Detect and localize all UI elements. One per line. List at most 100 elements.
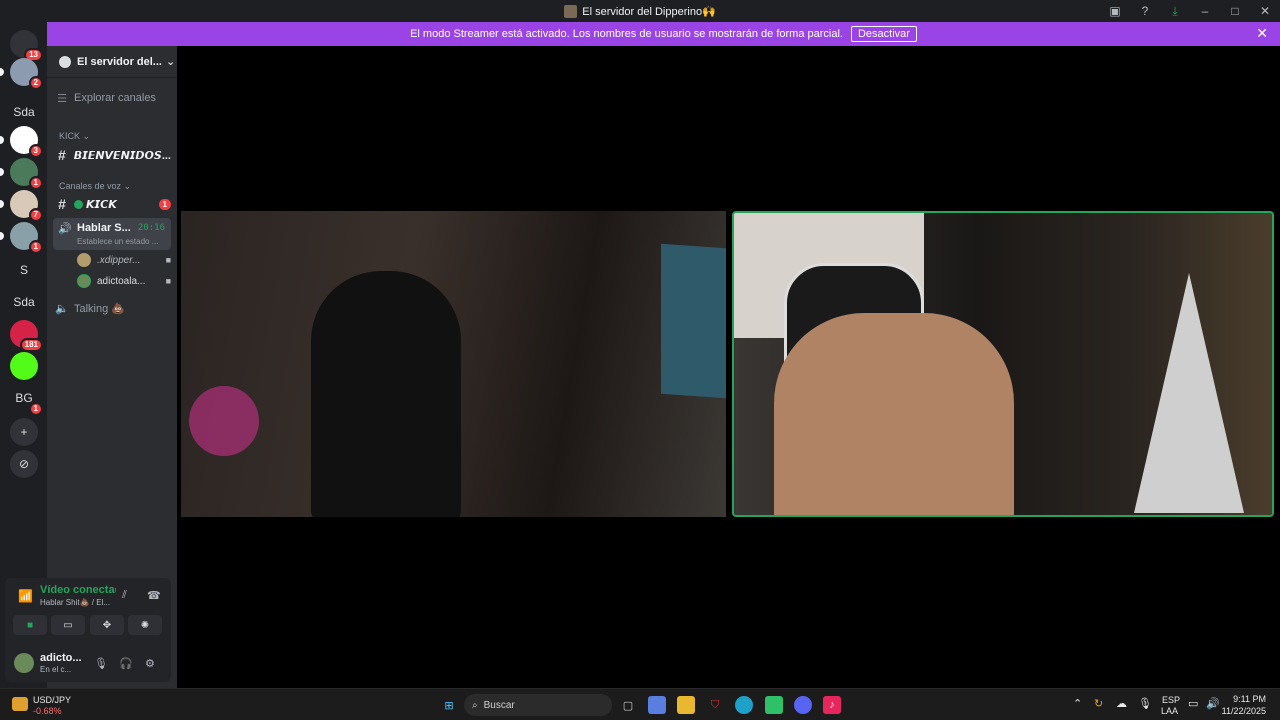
discord-home-icon[interactable]: 13 — [10, 30, 43, 62]
minimize-button[interactable]: – — [1190, 4, 1220, 18]
category-kick-label: KICK — [59, 131, 81, 141]
taskbar-search[interactable]: ⌕ Buscar — [464, 694, 612, 716]
channel-kick[interactable]: # 𝙆𝙄𝘾𝙆 1 — [55, 194, 171, 214]
soundboard-icon: ✺ — [140, 619, 150, 631]
screen-share-button[interactable]: ▭ — [51, 615, 85, 635]
soundboard-button[interactable]: ✺ — [128, 615, 162, 635]
server-label: BG — [15, 391, 33, 405]
close-window-button[interactable]: ✕ — [1250, 4, 1280, 18]
video-stage — [177, 46, 1280, 688]
cloud-icon[interactable]: ☁ — [1116, 697, 1127, 710]
lang-code[interactable]: ESP — [1162, 695, 1180, 705]
headphones-icon[interactable]: 🎧 — [119, 657, 133, 670]
chevron-up-icon[interactable]: ⌃ — [1073, 697, 1082, 710]
explore-label: Explorar canales — [74, 92, 156, 104]
search-icon: ⌕ — [472, 699, 478, 711]
file-explorer-button[interactable] — [677, 696, 695, 714]
shield-icon: ⛉ — [710, 698, 720, 711]
voice-channel-active[interactable]: 🔊 Hablar S... 20:16 Establece un estado … — [53, 218, 171, 250]
task-view-icon: ▢ — [622, 699, 634, 712]
mention-badge: 1 — [28, 240, 43, 254]
stock-widget-icon[interactable] — [12, 697, 28, 711]
clock-date[interactable]: 11/22/2025 — [1222, 706, 1266, 716]
mention-badge: 3 — [28, 144, 43, 158]
voice-timer: 20:16 — [137, 223, 165, 233]
mention-badge: 2 — [28, 76, 43, 90]
category-voice[interactable]: Canales de voz ⌄ — [59, 181, 131, 192]
volume-icon[interactable]: 🔊 — [1206, 697, 1220, 710]
security-app-button[interactable]: ⛉ — [706, 696, 724, 714]
current-user-status: En el c... — [40, 665, 72, 674]
clock-time[interactable]: 9:11 PM — [1233, 694, 1266, 704]
stock-change: -0.68% — [33, 706, 62, 716]
maximize-button[interactable]: □ — [1220, 4, 1250, 18]
video-tile-xdipper[interactable] — [181, 211, 726, 517]
server-icon[interactable]: 181 — [10, 320, 43, 352]
voice-connected-subtitle[interactable]: Hablar Shit💩 / El... — [40, 598, 110, 607]
microphone-icon[interactable]: 🎙 — [1138, 697, 1152, 710]
server-icon[interactable]: S — [10, 256, 38, 284]
close-icon[interactable]: ✕ — [1256, 25, 1268, 42]
gear-icon[interactable]: ⚙ — [145, 657, 155, 670]
server-label: + — [20, 425, 28, 439]
copilot-button[interactable] — [648, 696, 666, 714]
avatar — [77, 274, 91, 288]
activities-button[interactable]: ✥ — [90, 615, 124, 635]
app-button[interactable] — [765, 696, 783, 714]
noise-suppression-icon[interactable]: ⫽ — [122, 589, 127, 602]
layout-code[interactable]: LAA — [1161, 706, 1178, 716]
task-view-button[interactable]: ▢ — [619, 696, 637, 714]
video-tile-adicto[interactable] — [732, 211, 1274, 517]
server-icon[interactable]: ⊘ — [10, 450, 38, 478]
fan-shape — [189, 386, 259, 456]
server-label: S — [19, 263, 28, 277]
server-label: Sda — [13, 295, 35, 309]
stock-symbol[interactable]: USD/JPY — [33, 695, 71, 705]
display-icon[interactable]: ▭ — [1188, 697, 1198, 710]
unread-pip — [0, 232, 4, 240]
server-icon[interactable]: Sda — [10, 98, 38, 126]
activities-icon: ✥ — [102, 619, 112, 631]
download-icon[interactable]: ⤓ — [1160, 4, 1190, 19]
sync-icon[interactable]: ↻ — [1094, 697, 1103, 710]
server-icon[interactable]: Sda — [10, 288, 38, 316]
server-header[interactable]: El servidor del... ⌄ — [47, 46, 177, 78]
camera-icon: ■ — [26, 619, 34, 631]
server-icon[interactable]: 3 — [0, 126, 43, 158]
avatar[interactable] — [14, 653, 34, 673]
server-icon[interactable]: 7 — [0, 190, 43, 222]
voice-user[interactable]: .xdipper... ■ — [77, 251, 171, 269]
help-icon[interactable]: ? — [1130, 4, 1160, 18]
tiktok-icon: ♪ — [829, 699, 835, 711]
explore-channels[interactable]: ☰ Explorar canales — [55, 88, 171, 108]
person-silhouette — [311, 271, 461, 517]
server-icon[interactable]: 1 — [0, 222, 43, 254]
camera-icon: ■ — [165, 255, 171, 265]
channel-talking[interactable]: 🔈 Talking 💩 — [55, 298, 171, 318]
edge-button[interactable] — [735, 696, 753, 714]
voice-user-name: adictoala... — [97, 275, 146, 287]
server-name: El servidor del... — [77, 55, 162, 68]
camera-button[interactable]: ■ — [13, 615, 47, 635]
server-icon[interactable]: BG 1 — [10, 384, 43, 416]
current-user-name[interactable]: adicto... — [40, 652, 82, 664]
microphone-icon[interactable]: 🎙 — [94, 657, 108, 670]
voice-channel-name: Hablar S... — [77, 222, 131, 234]
tiktok-button[interactable]: ♪ — [823, 696, 841, 714]
voice-user[interactable]: adictoala... ■ — [77, 272, 171, 290]
inbox-icon[interactable]: ▣ — [1100, 4, 1130, 18]
server-icon[interactable] — [10, 352, 38, 380]
start-button[interactable]: ⊞ — [440, 696, 458, 714]
streamer-mode-banner: El modo Streamer está activado. Los nomb… — [47, 22, 1280, 46]
deactivate-button[interactable]: Desactivar — [850, 26, 917, 42]
mention-badge: 1 — [28, 402, 43, 416]
server-icon[interactable]: 1 — [0, 158, 43, 190]
discord-taskbar-button[interactable] — [794, 696, 812, 714]
channel-welcome[interactable]: # 𝘽𝙄𝙀𝙉𝙑𝙀𝙉𝙄𝘿𝙊𝙎... — [55, 145, 171, 165]
server-icon[interactable]: + — [10, 418, 38, 446]
category-kick[interactable]: KICK ⌄ — [59, 131, 90, 142]
avatar — [77, 253, 91, 267]
disconnect-icon[interactable]: ☎ — [147, 589, 161, 602]
set-status-prompt[interactable]: Establece un estado ... — [77, 237, 158, 246]
server-avatar-icon[interactable]: 2 — [0, 58, 43, 90]
